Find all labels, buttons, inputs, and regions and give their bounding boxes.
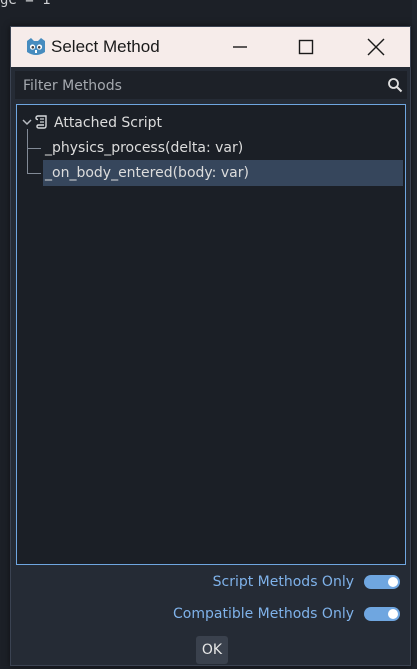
compatible-methods-only-label: Compatible Methods Only — [173, 606, 354, 622]
title-bar[interactable]: Select Method — [11, 27, 410, 67]
tree-item-physics-process[interactable]: _physics_process(delta: var) — [17, 135, 405, 161]
background-code-snippet: ge = 1 — [0, 0, 51, 8]
method-tree[interactable]: Attached Script _physics_process(delta: … — [16, 104, 406, 565]
tree-item-label: _on_body_entered(body: var) — [45, 165, 249, 181]
filter-methods-field — [15, 71, 407, 101]
script-methods-only-label: Script Methods Only — [212, 574, 354, 590]
tree-item-on-body-entered[interactable]: _on_body_entered(body: var) — [17, 160, 405, 186]
close-icon — [367, 38, 385, 56]
select-method-dialog: Select Method Filter Methods Attached Sc… — [10, 26, 411, 666]
background-right-edge — [412, 0, 417, 669]
ok-button[interactable]: OK — [196, 636, 228, 664]
script-icon — [35, 115, 47, 129]
chevron-down-icon[interactable] — [21, 116, 33, 128]
minimize-button[interactable] — [218, 31, 262, 63]
search-icon[interactable] — [387, 77, 403, 93]
tree-root-label: Attached Script — [54, 115, 163, 131]
tree-root-attached-script[interactable]: Attached Script — [17, 110, 405, 136]
compatible-methods-only-row: Compatible Methods Only — [173, 602, 400, 626]
compatible-methods-only-toggle[interactable] — [364, 607, 400, 621]
toggle-knob — [388, 577, 398, 587]
minimize-icon — [233, 46, 247, 48]
script-methods-only-toggle[interactable] — [364, 575, 400, 589]
tree-item-label: _physics_process(delta: var) — [45, 140, 244, 156]
dialog-title: Select Method — [51, 37, 160, 56]
maximize-icon — [298, 39, 314, 55]
filter-methods-input[interactable] — [15, 71, 385, 101]
toggle-knob — [388, 609, 398, 619]
script-methods-only-row: Script Methods Only — [213, 570, 400, 594]
maximize-button[interactable] — [284, 31, 328, 63]
close-button[interactable] — [354, 31, 398, 63]
godot-icon — [27, 38, 45, 55]
